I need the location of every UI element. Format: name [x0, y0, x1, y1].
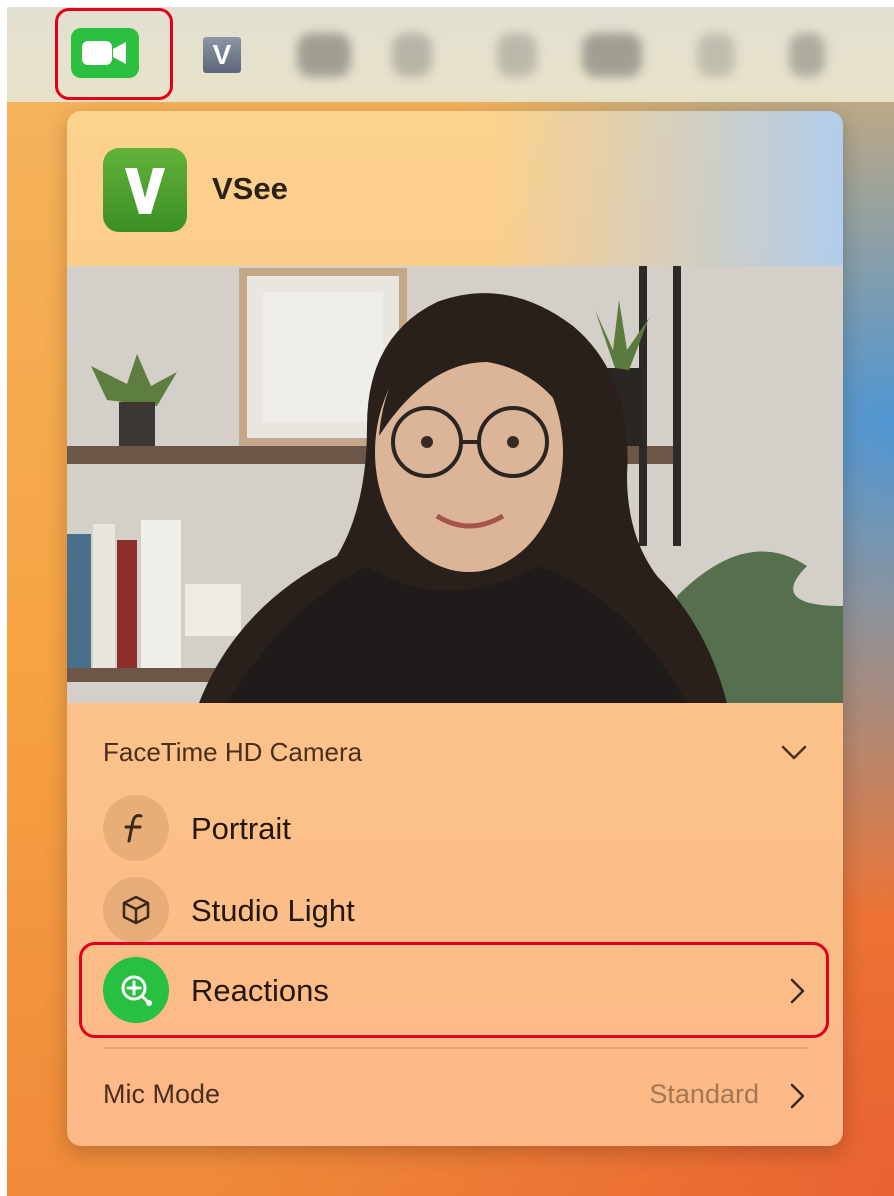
chevron-right-icon[interactable]	[785, 1081, 809, 1111]
studio-light-row[interactable]: Studio Light	[67, 869, 843, 951]
vsee-logo-icon	[125, 168, 165, 214]
camera-feed-image	[67, 266, 843, 703]
portrait-label: Portrait	[191, 811, 291, 846]
blurred-menubar-icon[interactable]	[297, 33, 351, 77]
video-effects-panel: VSee FaceTime HD Camera Portrait Studio …	[67, 111, 843, 1146]
blurred-menubar-icon[interactable]	[497, 33, 537, 77]
vsee-app-icon	[103, 148, 187, 232]
cube-icon	[103, 877, 169, 943]
divider	[103, 1047, 807, 1049]
menu-bar: V	[7, 7, 894, 102]
menubar-vsee-icon[interactable]: V	[203, 37, 241, 73]
vsee-mini-letter: V	[212, 39, 232, 70]
chevron-down-icon[interactable]	[779, 737, 809, 767]
f-aperture-icon	[103, 795, 169, 861]
blurred-menubar-icon[interactable]	[697, 33, 735, 77]
desktop-background: V VSee FaceTime HD Camera Portrait Studi…	[7, 7, 894, 1196]
reactions-highlight	[79, 942, 829, 1038]
app-header: VSee	[67, 111, 843, 266]
portrait-row[interactable]: Portrait	[67, 787, 843, 869]
camera-name: FaceTime HD Camera	[103, 737, 363, 767]
studio-light-label: Studio Light	[191, 893, 355, 928]
blurred-menubar-icon[interactable]	[582, 33, 642, 77]
mic-mode-label[interactable]: Mic Mode	[103, 1079, 220, 1110]
app-name: VSee	[212, 171, 288, 206]
blurred-menubar-icon[interactable]	[789, 33, 825, 77]
blurred-menubar-icon[interactable]	[392, 33, 432, 77]
camera-preview	[67, 266, 843, 703]
mic-mode-value[interactable]: Standard	[649, 1079, 759, 1110]
menubar-icon-highlight	[55, 8, 173, 100]
